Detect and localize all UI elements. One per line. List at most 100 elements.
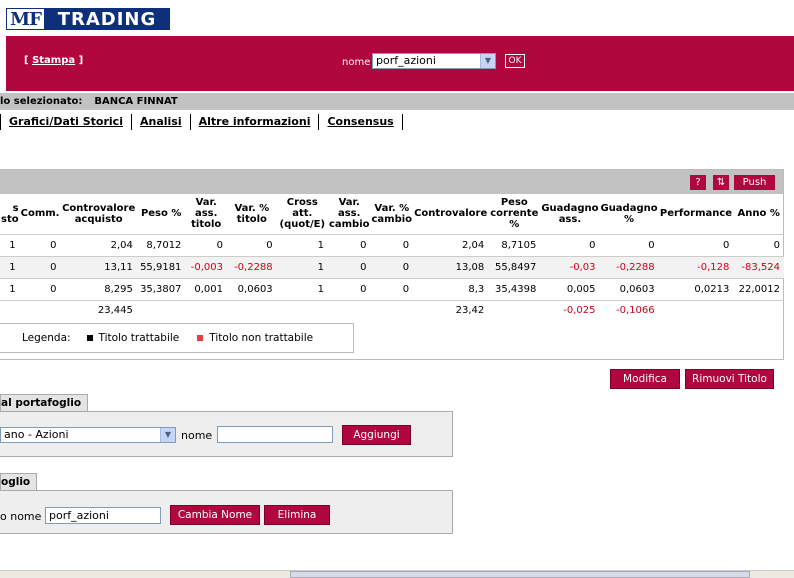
table-cell: 0,005 (540, 277, 600, 300)
table-row[interactable]: 1 0 8,295 35,3807 0,001 0,0603 1 0 0 8,3 35,4398 0,… (0, 277, 784, 300)
add-button[interactable]: Aggiungi (342, 425, 411, 445)
col-header: Controvalore acquisto (62, 202, 136, 225)
table-cell: 2,04 (60, 233, 137, 256)
totals-cell (19, 299, 61, 320)
table-cell: 35,4398 (488, 277, 541, 300)
table-cell: 1 (276, 255, 328, 278)
table-cell: 1 (0, 233, 20, 256)
table-cell: -0,128 (658, 255, 734, 278)
col-header: Comm. (20, 208, 60, 220)
table-cell: 8,3 (413, 277, 489, 300)
push-button[interactable]: Push (734, 175, 775, 190)
chevron-down-icon[interactable]: ▼ (480, 54, 495, 68)
totals-cell: -0,1066 (599, 299, 659, 320)
totals-cell (0, 299, 20, 320)
table-cell: 8,7012 (136, 233, 186, 256)
rename-nome-input[interactable]: porf_azioni (45, 507, 161, 524)
totals-cell (276, 299, 328, 320)
table-cell: 13,11 (60, 255, 137, 278)
legend: Legenda: Titolo trattabile Titolo non tr… (0, 323, 354, 353)
refresh-icon[interactable]: ⇅ (713, 175, 729, 190)
totals-cell (370, 299, 414, 320)
nome-label: nome (342, 57, 371, 68)
col-header: Var. ass. cambio (328, 197, 370, 231)
col-header: Performance (659, 208, 733, 220)
legend-tradable: Titolo trattabile (98, 332, 180, 344)
grid-header-bar: ? ⇅ Push (0, 170, 784, 194)
table-cell: 0 (185, 233, 227, 256)
totals-cell (733, 299, 784, 320)
col-header: Var. % cambio (371, 202, 413, 225)
table-cell: 0,001 (185, 277, 227, 300)
rename-button[interactable]: Cambia Nome (170, 505, 260, 525)
table-cell: 1 (0, 277, 20, 300)
tab-altre-informazioni[interactable]: Altre informazioni (189, 114, 319, 130)
modify-button[interactable]: Modifica (610, 369, 680, 389)
delete-button[interactable]: Elimina (264, 505, 330, 525)
table-cell: 0,0603 (599, 277, 659, 300)
table-cell: 0 (19, 277, 61, 300)
rename-nome-label: o nome (0, 510, 42, 523)
col-header: Peso % (140, 208, 182, 220)
totals-cell (136, 299, 186, 320)
table-cell: 0 (226, 233, 277, 256)
table-cell: 13,08 (413, 255, 489, 278)
selected-portfolio-bar: lo selezionato: BANCA FINNAT (0, 93, 794, 110)
table-cell: 35,3807 (136, 277, 186, 300)
table-cell: 55,8497 (488, 255, 541, 278)
table-row[interactable]: 1 0 2,04 8,7012 0 0 1 0 0 2,04 8,7105 0 0 0 0 (0, 233, 784, 256)
tab-analisi[interactable]: Analisi (130, 114, 190, 130)
rename-section-tab: oglio (0, 473, 38, 490)
col-header: s sto (1, 202, 19, 225)
totals-cell (185, 299, 227, 320)
table-cell: -0,03 (540, 255, 600, 278)
col-header: Guadagno % (600, 202, 658, 225)
table-cell: 0 (599, 233, 659, 256)
totals-cell: 23,445 (60, 299, 137, 320)
table-cell: 1 (0, 255, 20, 278)
table-cell: 0,0213 (658, 277, 734, 300)
table-cell: 0,0603 (226, 277, 277, 300)
ok-button[interactable]: OK (505, 54, 525, 68)
table-cell: 0 (370, 233, 414, 256)
print-link-wrapper: [ Stampa ] (24, 55, 83, 66)
table-cell: 55,9181 (136, 255, 186, 278)
table-cell: 0 (733, 233, 784, 256)
col-header: Var. % titolo (234, 202, 270, 225)
horizontal-scrollbar-thumb[interactable] (290, 571, 750, 578)
portfolio-select-value: porf_azioni (376, 54, 436, 67)
portfolio-select[interactable]: porf_azioni ▼ (372, 53, 496, 69)
selected-label: lo selezionato: (0, 96, 83, 107)
col-header: Peso corrente % (490, 197, 539, 231)
table-cell: -0,2288 (599, 255, 659, 278)
col-header: Anno % (737, 208, 780, 220)
table-cell: 0 (327, 255, 371, 278)
table-cell: 0 (327, 277, 371, 300)
col-header: Cross att. (quot/E) (279, 197, 326, 231)
logo-trading: TRADING (45, 9, 169, 30)
totals-cell: 23,42 (413, 299, 489, 320)
market-select[interactable]: ano - Azioni ▼ (0, 427, 176, 443)
not-tradable-swatch (197, 335, 204, 341)
chevron-down-icon[interactable]: ▼ (160, 428, 175, 442)
remove-title-button[interactable]: Rimuovi Titolo (685, 369, 774, 389)
market-select-value: ano - Azioni (4, 428, 69, 441)
print-link[interactable]: Stampa (32, 55, 75, 66)
add-section-tab: al portafoglio (0, 394, 89, 411)
table-cell: 0 (19, 255, 61, 278)
totals-cell (226, 299, 277, 320)
totals-row: 23,445 23,42 -0,025 -0,1066 (0, 299, 784, 320)
bracket-close: ] (75, 55, 84, 66)
table-cell: 2,04 (413, 233, 489, 256)
tab-grafici[interactable]: Grafici/Dati Storici (0, 114, 131, 130)
add-nome-input[interactable] (217, 426, 333, 443)
mf-trading-logo[interactable]: MF TRADING (6, 8, 170, 30)
table-cell: 0 (327, 233, 371, 256)
logo-mf: MF (7, 9, 45, 30)
add-nome-label: nome (181, 429, 213, 442)
tab-consensus[interactable]: Consensus (318, 114, 403, 130)
table-row[interactable]: 1 0 13,11 55,9181 -0,003 -0,2288 1 0 0 13,08 55,84… (0, 255, 784, 278)
table-cell: 0 (370, 277, 414, 300)
help-button[interactable]: ? (690, 175, 706, 190)
totals-cell (327, 299, 371, 320)
